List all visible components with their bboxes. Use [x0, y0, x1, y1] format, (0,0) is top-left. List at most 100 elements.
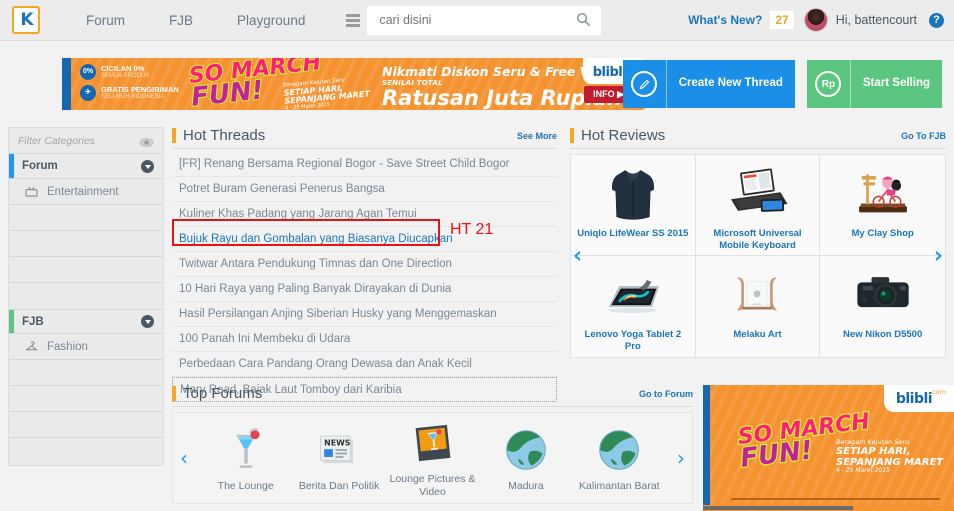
start-selling-button[interactable]: Rp Start Selling: [806, 60, 942, 108]
review-card[interactable]: Melaku Art: [696, 256, 821, 357]
hamburger-icon[interactable]: [339, 5, 368, 35]
banner-badge-cicilan: 0% CICILAN 0% SEMUA PRODUK: [80, 64, 179, 80]
go-to-forum-link[interactable]: Go to Forum: [639, 389, 693, 399]
nav-item-playground[interactable]: Playground: [215, 13, 327, 28]
nav-item-fjb[interactable]: FJB: [147, 13, 215, 28]
forum-item-madura[interactable]: Madura: [479, 424, 572, 493]
hot-reviews-title: Hot Reviews: [581, 127, 666, 144]
thread-item[interactable]: Perbedaan Cara Pandang Orang Dewasa dan …: [172, 352, 557, 377]
badge-sub: SELURUH INDONESIA: [101, 93, 165, 100]
hoodie-jacket-icon: [610, 155, 656, 228]
create-new-thread-button[interactable]: Create New Thread: [622, 60, 795, 108]
forums-next-arrow[interactable]: ›: [677, 446, 685, 470]
primary-nav: Forum FJB Playground: [64, 13, 327, 28]
banner-blue-edge: [703, 385, 710, 507]
cocktail-glass-icon: [228, 424, 264, 476]
search-area: [339, 5, 602, 35]
banner-badges: 0% CICILAN 0% SEMUA PRODUK ✈ GRATIS PENG…: [80, 64, 179, 106]
review-card[interactable]: Lenovo Yoga Tablet 2 Pro: [571, 256, 696, 357]
help-icon[interactable]: ?: [929, 12, 944, 28]
forum-item-the-lounge[interactable]: The Lounge: [199, 424, 292, 493]
rupiah-icon: Rp: [807, 60, 851, 108]
forum-item-berita-dan-politik[interactable]: NEWS Berita Dan Politik: [292, 424, 385, 493]
sidebar-placeholder-row: [9, 412, 163, 438]
sidebar-placeholder-row: [9, 205, 163, 231]
search-icon[interactable]: [576, 12, 591, 27]
whats-new-link[interactable]: What's New?: [688, 13, 762, 27]
notification-count-badge[interactable]: 27: [770, 11, 794, 29]
nav-item-forum[interactable]: Forum: [64, 13, 147, 28]
create-thread-label: Create New Thread: [678, 77, 783, 90]
blibli-bottom-banner[interactable]: SO MARCH FUN! Beragam Kejutan Seru SETIA…: [703, 385, 954, 507]
bottom-banner-subtext: Beragam Kejutan Seru SETIAP HARI, SEPANJ…: [836, 438, 943, 475]
review-card[interactable]: New Nikon D5500: [820, 256, 945, 357]
kaskus-logo[interactable]: K: [12, 6, 40, 34]
hot-reviews-grid: Uniqlo LifeWear SS 2015 Microsoft Univer…: [570, 154, 946, 358]
reviews-next-arrow[interactable]: ›: [934, 244, 943, 269]
blibli-brand-logo: bliblicom: [883, 385, 954, 412]
banner-blue-edge: [62, 58, 71, 110]
sidebar-placeholder-row: [9, 386, 163, 412]
brand-name: blibli: [592, 65, 627, 80]
thread-item[interactable]: 10 Hari Raya yang Paling Banyak Dirayaka…: [172, 277, 557, 302]
filter-categories-row[interactable]: Filter Categories: [9, 128, 163, 154]
scrollbar-thumb[interactable]: [703, 506, 853, 510]
chevron-down-icon[interactable]: [141, 315, 154, 328]
review-caption: Microsoft Universal Mobile Keyboard: [713, 228, 802, 251]
thread-item[interactable]: [FR] Renang Bersama Regional Bogor - Sav…: [172, 152, 557, 177]
hanger-icon: [25, 341, 43, 352]
category-sidebar: Filter Categories Forum Entertainment FJ…: [8, 127, 164, 466]
banner-sub0: Beragam Kejutan Seru: [836, 438, 910, 446]
banner-sub1: SETIAP HARI,: [836, 446, 911, 458]
sidebar-item-entertainment[interactable]: Entertainment: [9, 179, 163, 205]
sidebar-item-fashion[interactable]: Fashion: [9, 334, 163, 360]
forum-item-kalimantan-barat[interactable]: Kalimantan Barat: [573, 424, 666, 493]
top-forums-carousel: ‹ The Lounge NEWS Berita Dan Politik Lou…: [172, 412, 693, 504]
percent-icon: 0%: [80, 64, 96, 80]
forum-item-lounge-pictures-video[interactable]: Lounge Pictures & Video: [386, 417, 479, 498]
forum-label: The Lounge: [217, 479, 274, 492]
sidebar-placeholder-row: [9, 360, 163, 386]
forum-label: Berita Dan Politik: [298, 479, 380, 492]
chevron-down-icon[interactable]: [141, 159, 154, 173]
review-caption: Melaku Art: [733, 329, 782, 340]
review-card[interactable]: Microsoft Universal Mobile Keyboard: [695, 155, 821, 256]
banner-divider: [731, 498, 940, 500]
top-forums-panel: Top Forums Go to Forum ‹ The Lounge NEWS…: [172, 385, 693, 504]
thread-item[interactable]: Twitwar Antara Pendukung Timnas dan One …: [172, 252, 557, 277]
forum-label: Lounge Pictures & Video: [389, 473, 476, 498]
reviews-prev-arrow[interactable]: ‹: [573, 244, 582, 269]
review-card[interactable]: Uniqlo LifeWear SS 2015: [571, 155, 696, 256]
hot-threads-header: Hot Threads See More: [172, 127, 557, 149]
thread-item[interactable]: 100 Panah Ini Membeku di Udara: [172, 327, 557, 352]
avatar[interactable]: [803, 8, 828, 32]
hot-threads-title: Hot Threads: [183, 127, 266, 144]
dslr-camera-icon: [852, 256, 914, 329]
svg-text:NEWS: NEWS: [324, 438, 351, 447]
see-more-link[interactable]: See More: [517, 131, 557, 141]
thread-item[interactable]: Kuliner Khas Padang yang Jarang Agan Tem…: [172, 202, 557, 227]
review-caption: Uniqlo LifeWear SS 2015: [577, 228, 689, 239]
eye-icon[interactable]: [139, 135, 154, 148]
horizontal-scrollbar[interactable]: [703, 505, 954, 511]
filter-placeholder[interactable]: Filter Categories: [18, 135, 95, 147]
thread-item[interactable]: Hasil Persilangan Anjing Siberian Husky …: [172, 302, 557, 327]
sidebar-section-forum[interactable]: Forum: [9, 154, 163, 179]
user-greeting[interactable]: Hi, battencourt: [836, 13, 917, 27]
forums-prev-arrow[interactable]: ‹: [180, 446, 188, 470]
hot-threads-list: [FR] Renang Bersama Regional Bogor - Sav…: [172, 152, 557, 402]
sidebar-item-label: Fashion: [47, 340, 88, 353]
thread-item-highlighted[interactable]: Bujuk Rayu dan Gombalan yang Biasanya Di…: [172, 227, 557, 252]
blibli-promo-banner[interactable]: 0% CICILAN 0% SEMUA PRODUK ✈ GRATIS PENG…: [62, 58, 647, 110]
review-card[interactable]: My Clay Shop: [820, 155, 945, 256]
section-accent-bar: [9, 310, 14, 333]
tablet-keyboard-icon: [723, 155, 791, 228]
review-caption: New Nikon D5500: [843, 329, 923, 340]
thread-item[interactable]: Potret Buram Generasi Penerus Bangsa: [172, 177, 557, 202]
sidebar-section-fjb[interactable]: FJB: [9, 309, 163, 334]
sidebar-section-title: Forum: [22, 160, 58, 172]
go-to-fjb-link[interactable]: Go To FJB: [901, 131, 946, 141]
sidebar-placeholder-row: [9, 257, 163, 283]
nav-right-group: What's New? 27 Hi, battencourt ?: [688, 8, 954, 32]
search-input[interactable]: [379, 13, 570, 27]
